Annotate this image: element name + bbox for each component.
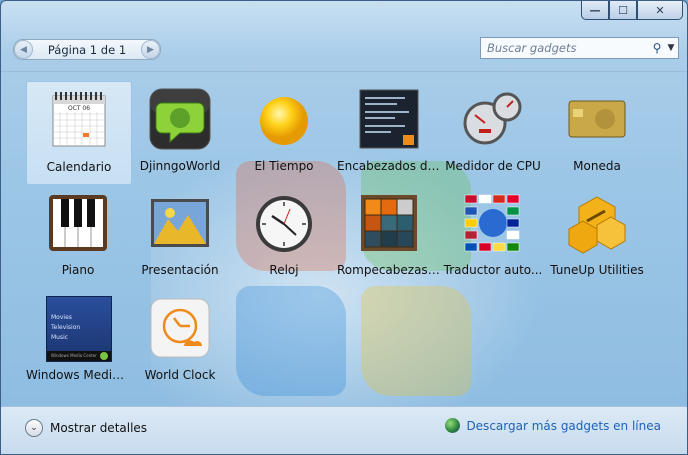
gadget-label: Calendario <box>46 160 112 174</box>
sun-icon <box>260 97 308 145</box>
gadget-tile-presentacion[interactable]: Presentación <box>128 185 232 287</box>
slideshow-icon <box>151 199 209 247</box>
maximize-button[interactable]: ☐ <box>609 1 637 20</box>
gadget-label: Traductor auto... <box>443 263 543 277</box>
gadget-label: World Clock <box>144 368 216 382</box>
close-button[interactable]: ✕ <box>637 1 683 20</box>
gadget-label: DjinngoWorld <box>139 159 221 173</box>
next-page-button[interactable]: ▶ <box>141 40 160 59</box>
media-menu-movies: Movies <box>51 314 72 321</box>
gadget-label: Medidor de CPU <box>445 159 541 173</box>
tuneup-icon <box>568 196 626 254</box>
footer-bar: ⌄ Mostrar detalles Descargar más gadgets… <box>1 406 687 454</box>
gadget-tile-reloj[interactable]: Reloj <box>232 185 336 287</box>
flags-translator-icon <box>464 194 520 252</box>
media-menu-music: Music <box>51 334 69 341</box>
puzzle-icon <box>361 195 417 251</box>
gadget-label: Windows Media... <box>26 368 130 382</box>
gadget-tile-el-tiempo[interactable]: El Tiempo <box>232 81 336 183</box>
gadget-tile-world-clock[interactable]: World Clock <box>128 290 232 392</box>
gadget-tile-piano[interactable]: Piano <box>26 185 130 287</box>
gadget-tile-rompecabezas[interactable]: Rompecabezas ... <box>337 185 441 287</box>
show-details-toggle[interactable]: ⌄ Mostrar detalles <box>25 419 147 437</box>
media-center-caption: Windows Media Center <box>51 353 97 358</box>
gadget-label: Rompecabezas ... <box>337 263 441 277</box>
media-menu-television: Television <box>51 324 81 331</box>
window-controls: — ☐ ✕ <box>581 1 683 20</box>
rss-headlines-icon <box>359 89 419 149</box>
gadget-tile-windows-media[interactable]: Movies Television Music Windows Media Ce… <box>26 290 130 392</box>
gadget-label: Reloj <box>269 263 299 277</box>
gadget-tile-moneda[interactable]: Moneda <box>545 81 649 183</box>
gadget-tile-encabezados[interactable]: Encabezados de... <box>337 81 441 183</box>
page-label: Página 1 de 1 <box>47 42 127 57</box>
gadget-tile-medidor-cpu[interactable]: Medidor de CPU <box>441 81 545 183</box>
globe-icon <box>445 418 461 433</box>
minimize-button[interactable]: — <box>581 1 609 20</box>
search-dropdown-button[interactable]: ▼ <box>664 43 678 53</box>
previous-page-button[interactable]: ◀ <box>14 40 33 59</box>
cpu-gauge-icon <box>463 92 522 145</box>
search-input[interactable]: Buscar gadgets <box>481 41 650 55</box>
gadget-label: El Tiempo <box>254 159 314 173</box>
piano-icon <box>49 195 107 251</box>
gadgets-window: — ☐ ✕ ◀ Página 1 de 1 ▶ Buscar gadgets ⚲… <box>0 0 688 455</box>
gadget-label: TuneUp Utilities <box>550 263 644 277</box>
download-link-label[interactable]: Descargar más gadgets en línea <box>466 419 661 433</box>
chevron-down-icon[interactable]: ⌄ <box>25 419 43 437</box>
gadget-label: Encabezados de... <box>337 159 441 173</box>
gadget-grid: OCT 06 Calendario DjinngoWorld El Tiempo… <box>1 71 687 406</box>
chat-globe-icon <box>149 88 211 150</box>
world-clock-icon <box>150 298 210 358</box>
gadget-label: Piano <box>61 263 95 277</box>
gadget-tile-tuneup[interactable]: TuneUp Utilities <box>545 185 649 287</box>
gadget-tile-djinngoworld[interactable]: DjinngoWorld <box>128 81 232 183</box>
page-navigator: ◀ Página 1 de 1 ▶ <box>13 39 161 60</box>
download-more-gadgets-link[interactable]: Descargar más gadgets en línea <box>445 418 661 433</box>
gadget-tile-calendario[interactable]: OCT 06 Calendario <box>26 81 132 185</box>
media-center-icon: Movies Television Music Windows Media Ce… <box>46 296 112 362</box>
currency-card-icon <box>568 100 626 138</box>
gadget-label: Moneda <box>573 159 621 173</box>
calendar-icon: OCT 06 <box>52 92 106 147</box>
toolbar: ◀ Página 1 de 1 ▶ Buscar gadgets ⚲ ▼ <box>1 19 687 71</box>
calendar-month-text: OCT 06 <box>68 105 90 112</box>
clock-icon <box>256 196 312 252</box>
search-icon[interactable]: ⚲ <box>650 41 664 55</box>
gadget-tile-traductor[interactable]: Traductor auto... <box>441 185 545 287</box>
show-details-label[interactable]: Mostrar detalles <box>50 421 147 435</box>
search-box[interactable]: Buscar gadgets ⚲ ▼ <box>480 37 679 59</box>
gadget-label: Presentación <box>141 263 219 277</box>
